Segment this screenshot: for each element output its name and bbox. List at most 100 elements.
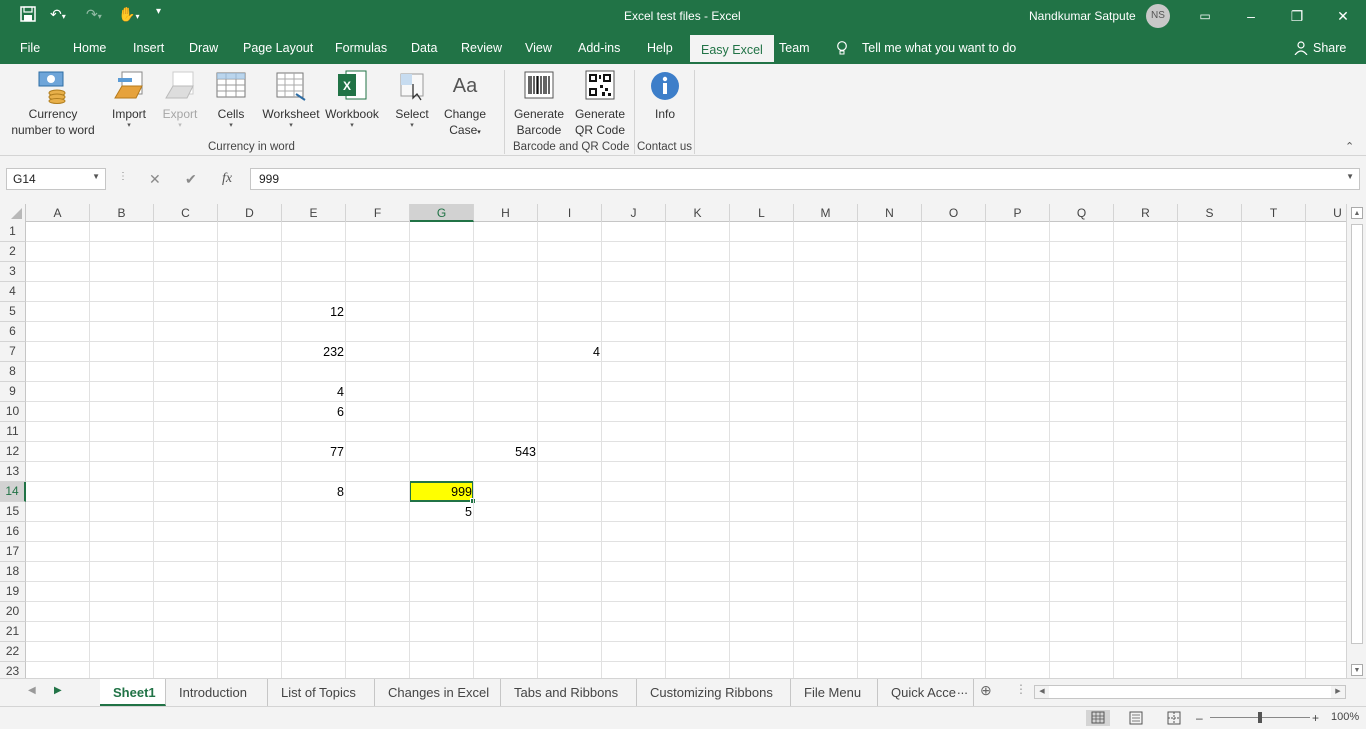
scroll-down-icon[interactable]: ▼ bbox=[1351, 664, 1363, 676]
worksheet-button[interactable]: Worksheet ▾ bbox=[262, 68, 320, 130]
zoom-slider[interactable] bbox=[1210, 712, 1310, 723]
cell-e5[interactable]: 12 bbox=[282, 302, 346, 322]
generate-barcode-button[interactable]: Generate Barcode bbox=[512, 68, 566, 138]
cell-e9[interactable]: 4 bbox=[282, 382, 346, 402]
share-icon[interactable] bbox=[1294, 41, 1308, 58]
row-header-5[interactable]: 5 bbox=[0, 302, 26, 322]
page-layout-view-icon[interactable] bbox=[1128, 711, 1144, 728]
cell-g15[interactable]: 5 bbox=[410, 502, 474, 522]
page-break-preview-icon[interactable] bbox=[1166, 711, 1182, 728]
row-header-16[interactable]: 16 bbox=[0, 522, 26, 542]
column-header-b[interactable]: B bbox=[90, 204, 154, 222]
add-sheet-icon[interactable]: ⊕ bbox=[980, 682, 992, 699]
minimize-button[interactable]: – bbox=[1236, 5, 1266, 27]
zoom-level[interactable]: 100% bbox=[1331, 711, 1359, 723]
collapse-ribbon-icon[interactable]: ⌃ bbox=[1345, 140, 1354, 153]
currency-to-word-button[interactable]: Currency number to word bbox=[10, 68, 96, 138]
column-header-a[interactable]: A bbox=[26, 204, 90, 222]
tab-data[interactable]: Data bbox=[411, 41, 437, 55]
zoom-slider-thumb[interactable] bbox=[1258, 712, 1262, 723]
row-header-11[interactable]: 11 bbox=[0, 422, 26, 442]
save-icon[interactable] bbox=[20, 6, 36, 25]
cells-button[interactable]: Cells ▾ bbox=[210, 68, 252, 130]
sheet-tab-introduction[interactable]: Introduction bbox=[166, 679, 268, 706]
row-header-20[interactable]: 20 bbox=[0, 602, 26, 622]
column-header-h[interactable]: H bbox=[474, 204, 538, 222]
row-header-18[interactable]: 18 bbox=[0, 562, 26, 582]
info-button[interactable]: Info bbox=[644, 68, 686, 122]
row-header-23[interactable]: 23 bbox=[0, 662, 26, 678]
zoom-out-icon[interactable]: – bbox=[1196, 711, 1203, 725]
cell-i7[interactable]: 4 bbox=[538, 342, 602, 362]
row-header-22[interactable]: 22 bbox=[0, 642, 26, 662]
scroll-thumb[interactable] bbox=[1351, 224, 1363, 644]
horizontal-scrollbar[interactable]: ◀ ▶ bbox=[1034, 685, 1346, 699]
column-header-k[interactable]: K bbox=[666, 204, 730, 222]
tab-help[interactable]: Help bbox=[647, 41, 673, 55]
column-header-j[interactable]: J bbox=[602, 204, 666, 222]
workbook-button[interactable]: X Workbook ▾ bbox=[323, 68, 381, 130]
select-all-corner[interactable] bbox=[0, 204, 26, 222]
generate-qr-code-button[interactable]: Generate QR Code bbox=[572, 68, 628, 138]
share-button[interactable]: Share bbox=[1313, 41, 1346, 55]
cell-g14[interactable]: 999 bbox=[410, 482, 474, 502]
row-header-14[interactable]: 14 bbox=[0, 482, 26, 502]
column-header-n[interactable]: N bbox=[858, 204, 922, 222]
column-header-p[interactable]: P bbox=[986, 204, 1050, 222]
column-header-t[interactable]: T bbox=[1242, 204, 1306, 222]
sheet-tab-file-menu[interactable]: File Menu bbox=[791, 679, 878, 706]
row-header-12[interactable]: 12 bbox=[0, 442, 26, 462]
cell-e10[interactable]: 6 bbox=[282, 402, 346, 422]
tab-home[interactable]: Home bbox=[73, 41, 106, 55]
tab-insert[interactable]: Insert bbox=[133, 41, 164, 55]
expand-formula-icon[interactable]: ▼ bbox=[1346, 172, 1354, 181]
worksheet-grid[interactable]: ABCDEFGHIJKLMNOPQRSTU 1 2 3 4 5 6 7 8 9 10 11 12 13 1… bbox=[0, 204, 1346, 678]
cell-h12[interactable]: 543 bbox=[474, 442, 538, 462]
tab-formulas[interactable]: Formulas bbox=[335, 41, 387, 55]
zoom-in-icon[interactable]: + bbox=[1312, 711, 1319, 725]
column-header-g[interactable]: G bbox=[410, 204, 474, 222]
tab-file[interactable]: File bbox=[20, 41, 40, 55]
chevron-down-icon[interactable]: ▼ bbox=[92, 172, 100, 181]
sheet-tab-changes-in-excel[interactable]: Changes in Excel bbox=[375, 679, 501, 706]
change-case-button[interactable]: Aa Change Case▾ bbox=[440, 68, 490, 141]
next-sheet-icon[interactable]: ▶ bbox=[54, 685, 62, 696]
select-button[interactable]: Select ▾ bbox=[392, 68, 432, 130]
redo-icon[interactable]: ↷▾ bbox=[86, 6, 102, 23]
more-sheets[interactable]: ... bbox=[957, 682, 968, 697]
ribbon-display-options-icon[interactable]: ▭ bbox=[1190, 5, 1220, 27]
export-button[interactable]: Export ▾ bbox=[158, 68, 202, 130]
row-header-8[interactable]: 8 bbox=[0, 362, 26, 382]
column-header-d[interactable]: D bbox=[218, 204, 282, 222]
column-header-q[interactable]: Q bbox=[1050, 204, 1114, 222]
tab-team[interactable]: Team bbox=[779, 41, 810, 55]
user-name[interactable]: Nandkumar Satpute bbox=[1029, 9, 1136, 23]
column-header-s[interactable]: S bbox=[1178, 204, 1242, 222]
column-header-e[interactable]: E bbox=[282, 204, 346, 222]
column-header-f[interactable]: F bbox=[346, 204, 410, 222]
row-header-17[interactable]: 17 bbox=[0, 542, 26, 562]
tab-draw[interactable]: Draw bbox=[189, 41, 218, 55]
scroll-right-icon[interactable]: ▶ bbox=[1331, 686, 1345, 698]
prev-sheet-icon[interactable]: ◀ bbox=[28, 685, 36, 696]
row-header-15[interactable]: 15 bbox=[0, 502, 26, 522]
cell-e14[interactable]: 8 bbox=[282, 482, 346, 502]
column-header-u[interactable]: U bbox=[1306, 204, 1346, 222]
row-header-4[interactable]: 4 bbox=[0, 282, 26, 302]
sheet-tab-tabs-and-ribbons[interactable]: Tabs and Ribbons bbox=[501, 679, 637, 706]
scroll-up-icon[interactable]: ▲ bbox=[1351, 207, 1363, 219]
column-header-m[interactable]: M bbox=[794, 204, 858, 222]
column-header-o[interactable]: O bbox=[922, 204, 986, 222]
undo-icon[interactable]: ↶▾ bbox=[50, 6, 66, 23]
row-header-10[interactable]: 10 bbox=[0, 402, 26, 422]
sheet-tab-list-of-topics[interactable]: List of Topics bbox=[268, 679, 375, 706]
column-header-l[interactable]: L bbox=[730, 204, 794, 222]
tab-review[interactable]: Review bbox=[461, 41, 502, 55]
import-button[interactable]: Import ▾ bbox=[107, 68, 151, 130]
row-header-7[interactable]: 7 bbox=[0, 342, 26, 362]
cell-e7[interactable]: 232 bbox=[282, 342, 346, 362]
row-header-13[interactable]: 13 bbox=[0, 462, 26, 482]
scroll-left-icon[interactable]: ◀ bbox=[1035, 686, 1049, 698]
sheet-tab-sheet1[interactable]: Sheet1 bbox=[100, 679, 166, 706]
vertical-scrollbar[interactable]: ▲ ▼ bbox=[1346, 204, 1366, 678]
